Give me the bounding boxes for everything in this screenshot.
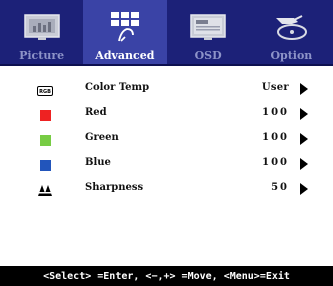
tab-label: Advanced bbox=[95, 49, 155, 62]
settings-list: RGB Color Temp User Red 100 Green 100 Bl… bbox=[0, 79, 333, 204]
osd-menu: Picture Advanced OSD Option RGB Color Te… bbox=[0, 0, 333, 286]
green-square-icon bbox=[37, 134, 53, 147]
row-green[interactable]: Green 100 bbox=[0, 129, 333, 154]
row-value: 100 bbox=[262, 157, 289, 168]
row-label: Blue bbox=[85, 157, 111, 168]
tab-label: Picture bbox=[19, 49, 65, 62]
tab-osd[interactable]: OSD bbox=[167, 0, 250, 66]
row-label: Green bbox=[85, 132, 119, 143]
picture-icon bbox=[20, 11, 64, 43]
rgb-icon: RGB bbox=[37, 84, 53, 97]
arrow-right-icon[interactable] bbox=[300, 158, 308, 170]
red-square-icon bbox=[37, 109, 53, 122]
tab-option[interactable]: Option bbox=[250, 0, 333, 66]
option-icon bbox=[269, 11, 313, 43]
tab-picture[interactable]: Picture bbox=[0, 0, 83, 66]
sharpness-icon bbox=[37, 184, 53, 197]
row-label: Red bbox=[85, 107, 107, 118]
row-red[interactable]: Red 100 bbox=[0, 104, 333, 129]
rgb-icon-text: RGB bbox=[37, 85, 53, 96]
arrow-right-icon[interactable] bbox=[300, 183, 308, 195]
key-help-bar: <Select> =Enter, <−,+> =Move, <Menu>=Exi… bbox=[0, 266, 333, 286]
tab-advanced[interactable]: Advanced bbox=[83, 0, 167, 66]
row-blue[interactable]: Blue 100 bbox=[0, 154, 333, 179]
arrow-right-icon[interactable] bbox=[300, 83, 308, 95]
advanced-icon bbox=[103, 11, 147, 43]
row-color-temp[interactable]: RGB Color Temp User bbox=[0, 79, 333, 104]
row-value: User bbox=[261, 82, 289, 93]
tab-label: OSD bbox=[194, 49, 222, 62]
blue-square-icon bbox=[37, 159, 53, 172]
row-sharpness[interactable]: Sharpness 50 bbox=[0, 179, 333, 204]
row-value: 100 bbox=[262, 107, 289, 118]
tab-bar-divider bbox=[0, 64, 333, 66]
row-value: 50 bbox=[271, 182, 289, 193]
tab-bar: Picture Advanced OSD Option bbox=[0, 0, 333, 66]
arrow-right-icon[interactable] bbox=[300, 133, 308, 145]
arrow-right-icon[interactable] bbox=[300, 108, 308, 120]
row-label: Sharpness bbox=[85, 182, 144, 193]
row-label: Color Temp bbox=[85, 82, 150, 93]
osd-icon bbox=[186, 11, 230, 43]
row-value: 100 bbox=[262, 132, 289, 143]
tab-label: Option bbox=[270, 49, 313, 62]
